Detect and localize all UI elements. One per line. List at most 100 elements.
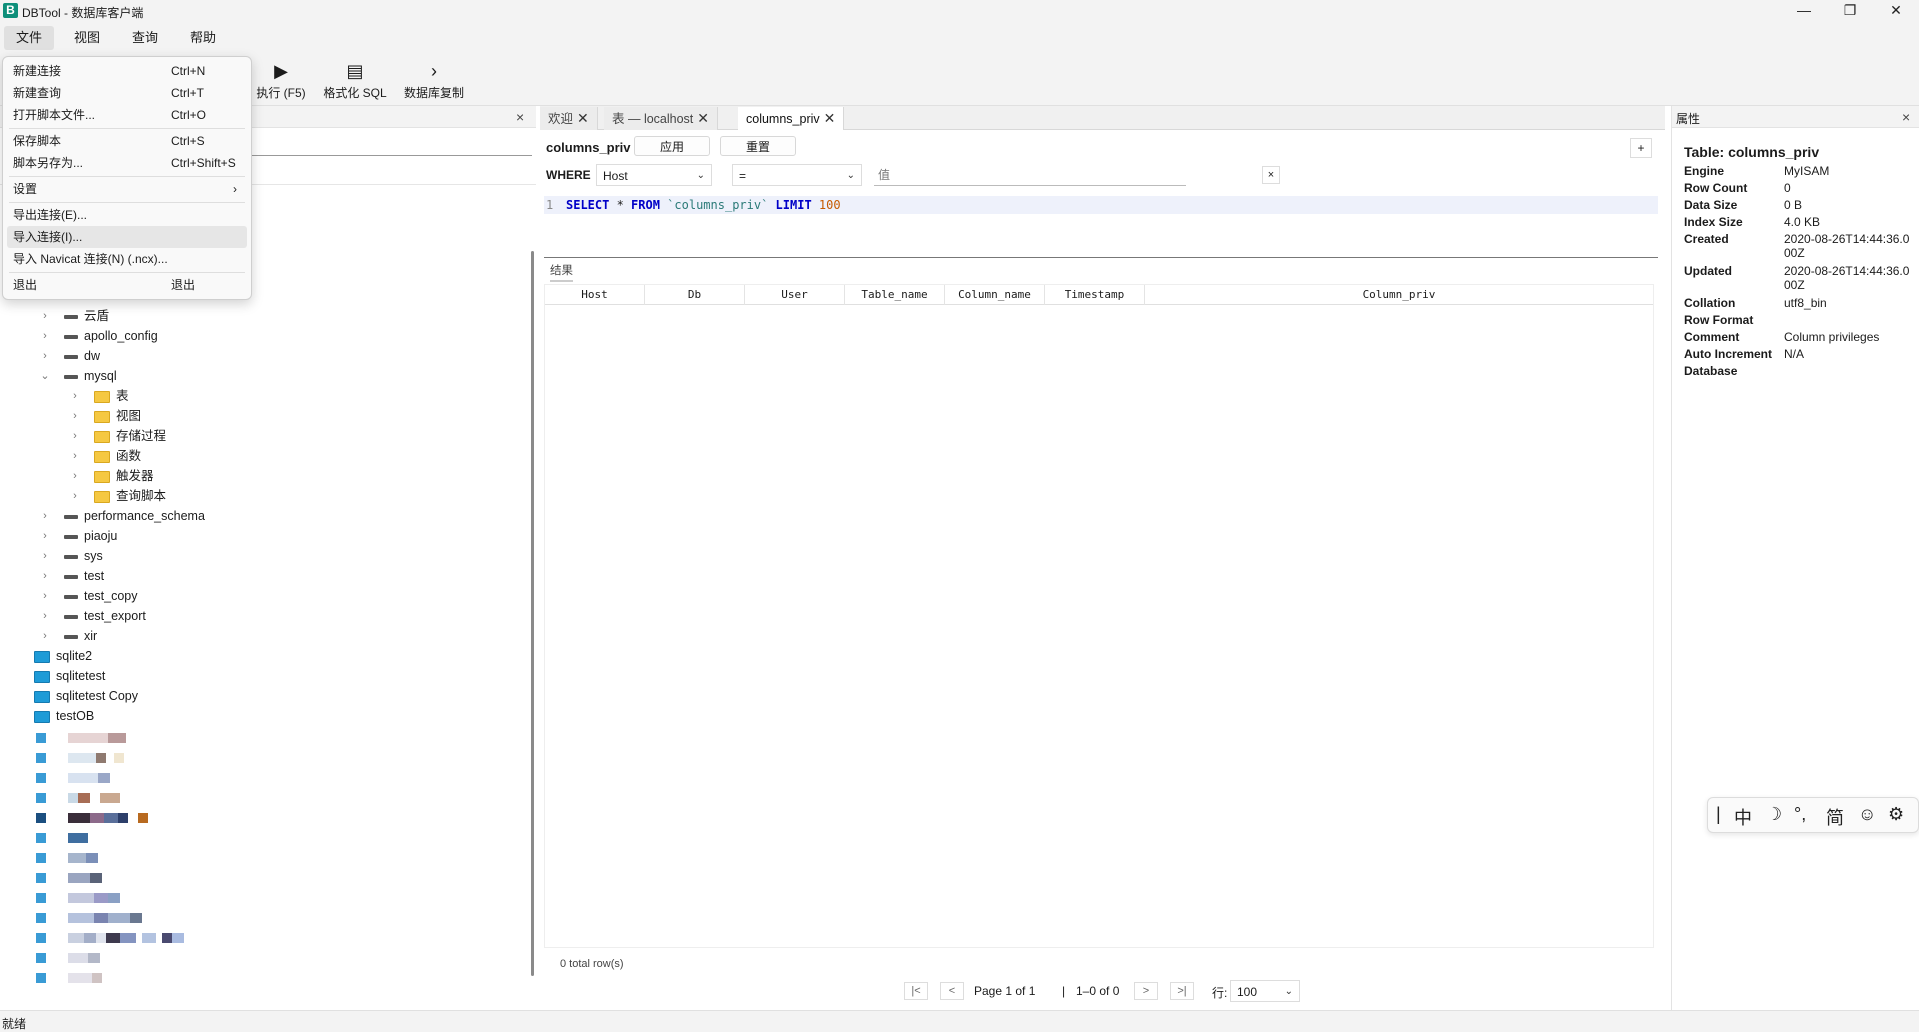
format-sql-button[interactable]: ▤ 格式化 SQL: [322, 60, 388, 101]
chevron-right-icon[interactable]: ›: [70, 406, 80, 426]
emoji-icon[interactable]: ☺: [1858, 804, 1876, 825]
sql-editor[interactable]: 1 SELECT * FROM `columns_priv` LIMIT 100: [544, 196, 1658, 258]
tree-database-xir[interactable]: › xir: [40, 626, 97, 646]
tree-connection-sqlite2[interactable]: sqlite2: [34, 646, 92, 666]
chevron-right-icon[interactable]: ›: [40, 346, 50, 366]
next-page-button[interactable]: >: [1134, 982, 1158, 1000]
menu-save-script-as[interactable]: 脚本另存为... Ctrl+Shift+S: [7, 152, 247, 174]
tree-database-performance-schema[interactable]: › performance_schema: [40, 506, 205, 526]
menu-view[interactable]: 视图: [62, 26, 112, 50]
tree-database-apollo-config[interactable]: › apollo_config: [40, 326, 158, 346]
redacted-connection[interactable]: [36, 933, 184, 943]
redacted-connection[interactable]: [36, 753, 124, 763]
column-header[interactable]: Timestamp: [1045, 285, 1145, 305]
chevron-right-icon[interactable]: ›: [40, 506, 50, 526]
close-icon[interactable]: ×: [516, 109, 524, 125]
gear-icon[interactable]: ⚙: [1888, 804, 1904, 825]
redacted-connection[interactable]: [36, 973, 102, 983]
chevron-right-icon[interactable]: ›: [40, 326, 50, 346]
chevron-right-icon[interactable]: ›: [40, 546, 50, 566]
tree-folder-query-scripts[interactable]: › 查询脚本: [70, 486, 166, 506]
menu-import-connections[interactable]: 导入连接(I)...: [7, 226, 247, 248]
result-grid[interactable]: Host Db User Table_name Column_name Time…: [544, 284, 1654, 948]
close-icon[interactable]: ✕: [697, 110, 709, 126]
redacted-connection[interactable]: [36, 913, 142, 923]
ime-handle[interactable]: |: [1716, 804, 1721, 825]
chevron-right-icon[interactable]: ›: [40, 626, 50, 646]
tree-folder-tables[interactable]: › 表: [70, 386, 128, 406]
chevron-right-icon[interactable]: ›: [70, 486, 80, 506]
menu-help[interactable]: 帮助: [178, 26, 228, 50]
ime-simplified-toggle[interactable]: 简: [1826, 804, 1844, 830]
chevron-right-icon[interactable]: ›: [70, 426, 80, 446]
close-icon[interactable]: ×: [1902, 109, 1910, 125]
rows-per-page-select[interactable]: 100 ⌄: [1230, 980, 1300, 1002]
chevron-right-icon[interactable]: ›: [40, 606, 50, 626]
tree-database-piaoju[interactable]: › piaoju: [40, 526, 117, 546]
execute-button[interactable]: ▶ 执行 (F5): [254, 60, 308, 101]
filter-column-select[interactable]: Host ⌄: [596, 164, 712, 186]
chevron-right-icon[interactable]: ›: [70, 466, 80, 486]
menu-save-script[interactable]: 保存脚本 Ctrl+S: [7, 130, 247, 152]
filter-value-input[interactable]: [874, 164, 1186, 186]
tree-connection-sqlitetest[interactable]: sqlitetest: [34, 666, 105, 686]
tree-connection-sqlitetest-copy[interactable]: sqlitetest Copy: [34, 686, 138, 706]
menu-query[interactable]: 查询: [120, 26, 170, 50]
menu-export-connections[interactable]: 导出连接(E)...: [7, 204, 247, 226]
redacted-connection[interactable]: [36, 793, 120, 803]
column-header[interactable]: Column_name: [945, 285, 1045, 305]
tree-filter-input[interactable]: [230, 136, 532, 156]
redacted-connection[interactable]: [36, 813, 148, 823]
chevron-down-icon[interactable]: ⌄: [40, 366, 50, 386]
result-tab[interactable]: 结果: [550, 262, 573, 282]
tree-folder-functions[interactable]: › 函数: [70, 446, 141, 466]
tree-database-test-copy[interactable]: › test_copy: [40, 586, 137, 606]
column-header[interactable]: Host: [545, 285, 645, 305]
redacted-connection[interactable]: [36, 733, 126, 743]
column-header[interactable]: Column_priv: [1145, 285, 1653, 305]
redacted-connection[interactable]: [36, 893, 120, 903]
column-header[interactable]: User: [745, 285, 845, 305]
filter-operator-select[interactable]: = ⌄: [732, 164, 862, 186]
chevron-right-icon[interactable]: ›: [40, 586, 50, 606]
menu-exit[interactable]: 退出 退出: [7, 274, 247, 296]
redacted-connection[interactable]: [36, 853, 98, 863]
chevron-right-icon[interactable]: ›: [40, 526, 50, 546]
clear-filter-button[interactable]: ×: [1262, 166, 1280, 184]
close-window-button[interactable]: ✕: [1873, 0, 1919, 22]
tab-tables-localhost[interactable]: 表 — localhost ✕: [604, 107, 719, 130]
moon-icon[interactable]: ☽: [1766, 804, 1782, 825]
tree-database-dw[interactable]: › dw: [40, 346, 100, 366]
tree-folder-triggers[interactable]: › 触发器: [70, 466, 153, 486]
ime-chinese-toggle[interactable]: 中: [1734, 804, 1752, 830]
redacted-connection[interactable]: [36, 833, 88, 843]
tree-database-yundun[interactable]: › 云盾: [40, 306, 109, 326]
chevron-right-icon[interactable]: ›: [40, 566, 50, 586]
tree-folder-procedures[interactable]: › 存储过程: [70, 426, 166, 446]
menu-import-navicat[interactable]: 导入 Navicat 连接(N) (.ncx)...: [7, 248, 247, 270]
tab-welcome[interactable]: 欢迎 ✕: [540, 107, 598, 130]
chevron-right-icon[interactable]: ›: [70, 446, 80, 466]
tree-database-test-export[interactable]: › test_export: [40, 606, 146, 626]
tree-database-mysql[interactable]: ⌄ mysql: [40, 366, 116, 386]
column-header[interactable]: Table_name: [845, 285, 945, 305]
apply-button[interactable]: 应用: [634, 136, 710, 156]
close-icon[interactable]: ✕: [824, 110, 836, 126]
tree-scrollbar[interactable]: [531, 251, 534, 976]
first-page-button[interactable]: |<: [904, 982, 928, 1000]
menu-file[interactable]: 文件: [4, 26, 55, 50]
copy-database-button[interactable]: › 数据库复制: [402, 60, 466, 101]
menu-new-connection[interactable]: 新建连接 Ctrl+N: [7, 60, 247, 82]
tree-database-sys[interactable]: › sys: [40, 546, 103, 566]
menu-new-query[interactable]: 新建查询 Ctrl+T: [7, 82, 247, 104]
redacted-connection[interactable]: [36, 873, 102, 883]
close-icon[interactable]: ✕: [577, 110, 589, 126]
chevron-right-icon[interactable]: ›: [40, 306, 50, 326]
tree-folder-views[interactable]: › 视图: [70, 406, 141, 426]
tab-columns-priv[interactable]: columns_priv ✕: [738, 107, 845, 130]
menu-open-script[interactable]: 打开脚本文件... Ctrl+O: [7, 104, 247, 126]
maximize-button[interactable]: ❐: [1827, 0, 1873, 22]
menu-settings[interactable]: 设置 ›: [7, 178, 247, 200]
last-page-button[interactable]: >|: [1170, 982, 1194, 1000]
redacted-connection[interactable]: [36, 953, 100, 963]
